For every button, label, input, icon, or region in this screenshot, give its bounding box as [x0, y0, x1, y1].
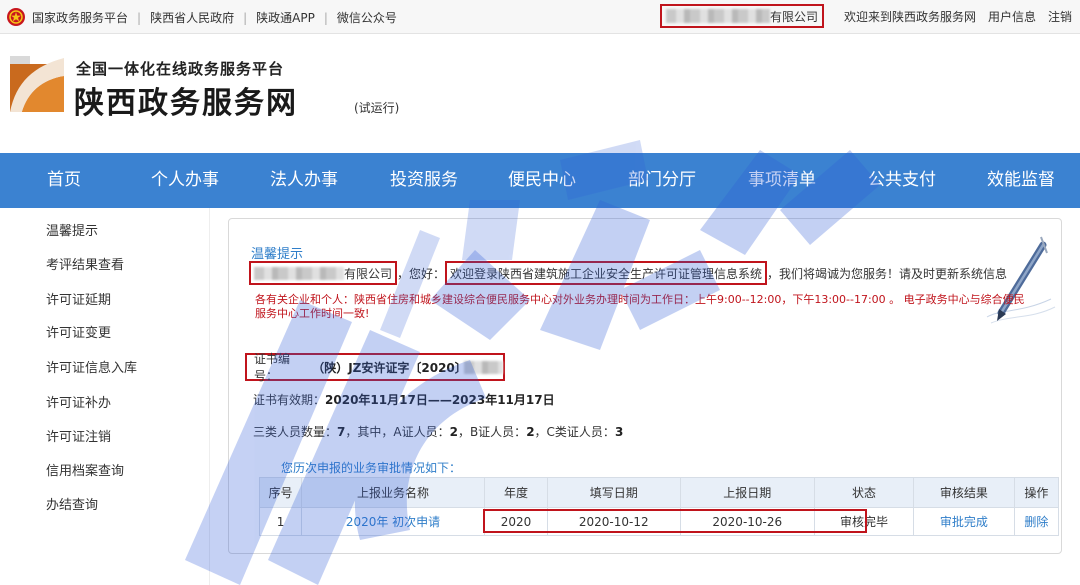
validity-value: 2020年11月17日——2023年11月17日	[325, 393, 555, 407]
site-header: 全国一体化在线政务服务平台 陕西政务服务网 (试运行)	[0, 34, 1080, 154]
separator: |	[323, 10, 328, 25]
sidebar-item-completed-query[interactable]: 办结查询	[46, 494, 98, 513]
main-nav: 首页 个人办事 法人办事 投资服务 便民中心 部门分厅 事项清单 公共支付 效能…	[0, 153, 1080, 208]
staff-c: 3	[614, 425, 624, 439]
nav-public-payment[interactable]: 公共支付	[842, 153, 962, 208]
table-header-row: 序号 上报业务名称 年度 填写日期 上报日期 状态 审核结果 操作	[258, 477, 1060, 508]
nav-departments[interactable]: 部门分厅	[602, 153, 722, 208]
row-result-link[interactable]: 审批完成	[912, 507, 1015, 536]
staff-a: 2	[449, 425, 458, 439]
row-delete-button[interactable]: 删除	[1013, 507, 1060, 536]
sidebar-item-change[interactable]: 许可证变更	[46, 322, 111, 341]
system-welcome-box: 欢迎登录陕西省建筑施工企业安全生产许可证管理信息系统	[445, 261, 768, 285]
welcome-text: 欢迎来到陕西政务服务网	[843, 9, 976, 24]
trial-label: (试运行)	[354, 101, 400, 115]
sidebar-item-tips[interactable]: 温馨提示	[46, 220, 98, 239]
separator: |	[137, 10, 142, 25]
main-panel: 温馨提示 有限公司 ，您好： 欢迎登录陕西省建筑施工企业安全生产许可证管理信息系…	[228, 218, 1062, 554]
company-name-box: 有限公司	[249, 261, 398, 285]
row-year: 2020	[483, 507, 549, 536]
col-action: 操作	[1013, 477, 1060, 508]
staff-b: 2	[526, 425, 535, 439]
link-shaanxi-government[interactable]: 陕西省人民政府	[150, 9, 234, 26]
greeting-text: ，您好：	[397, 266, 446, 281]
tips-title: 温馨提示	[251, 247, 304, 262]
row-no: 1	[258, 507, 303, 536]
col-status: 状态	[814, 477, 914, 508]
col-no: 序号	[258, 477, 303, 508]
office-hours-notice: 各有关企业和个人：陕西省住房和城乡建设综合便民服务中心对外业务办理时间为工作日：…	[255, 293, 1025, 320]
redacted-company-name	[665, 9, 770, 23]
user-area: 有限公司 欢迎来到陕西政务服务网 用户信息 注销	[659, 4, 1072, 28]
row-status: 审核完毕	[814, 507, 914, 536]
certificate-number-box: 证书编号： （陕）JZ安许证字〔2020〕	[245, 352, 505, 383]
staff-c-label: ，C类证人员：	[534, 425, 615, 439]
site-logo-icon[interactable]	[6, 52, 68, 116]
site-name: 陕西政务服务网	[74, 86, 298, 121]
validity-label: 证书有效期：	[253, 393, 326, 407]
cert-validity: 证书有效期：2020年11月17日——2023年11月17日	[253, 391, 555, 408]
table-row: 1 2020年 初次申请 2020 2020-10-12 2020-10-26 …	[258, 507, 1060, 536]
nav-convenience[interactable]: 便民中心	[482, 153, 602, 208]
link-national-platform[interactable]: 国家政务服务平台	[32, 9, 128, 26]
col-year: 年度	[483, 477, 549, 508]
staff-label: 三类人员数量：	[253, 425, 338, 439]
system-welcome-text: 欢迎登录陕西省建筑施工企业安全生产许可证管理信息系统	[450, 266, 763, 281]
staff-b-label: ，B证人员：	[457, 425, 527, 439]
sidebar-item-cancel[interactable]: 许可证注销	[46, 426, 111, 445]
top-bar: 国家政务服务平台 | 陕西省人民政府 | 陕政通APP | 微信公众号 有限公司…	[0, 0, 1080, 34]
approval-table: 序号 上报业务名称 年度 填写日期 上报日期 状态 审核结果 操作 1 2020…	[258, 477, 1060, 536]
nav-investment[interactable]: 投资服务	[366, 153, 482, 208]
redacted-cert-number	[464, 360, 503, 374]
nav-item-list[interactable]: 事项清单	[722, 153, 842, 208]
nav-home[interactable]: 首页	[0, 153, 128, 208]
service-text: ，我们将竭诚为您服务！请及时更新系统信息	[767, 266, 1008, 281]
sidebar-item-credit-query[interactable]: 信用档案查询	[46, 460, 124, 479]
national-emblem-icon	[7, 8, 25, 26]
page: 国家政务服务平台 | 陕西省人民政府 | 陕政通APP | 微信公众号 有限公司…	[0, 0, 1080, 585]
sidebar-item-info-entry[interactable]: 许可证信息入库	[46, 357, 137, 376]
col-business-name: 上报业务名称	[301, 477, 485, 508]
top-links: 国家政务服务平台 | 陕西省人民政府 | 陕政通APP | 微信公众号	[32, 9, 397, 26]
company-suffix: 有限公司	[769, 9, 818, 24]
platform-slogan: 全国一体化在线政务服务平台	[76, 60, 285, 78]
separator: |	[243, 10, 248, 25]
sidebar-item-extension[interactable]: 许可证延期	[46, 289, 111, 308]
user-info-link[interactable]: 用户信息	[988, 8, 1036, 25]
sidebar: 温馨提示 考评结果查看 许可证延期 许可证变更 许可证信息入库 许可证补办 许可…	[0, 208, 210, 585]
row-business-name-link[interactable]: 2020年 初次申请	[301, 507, 485, 536]
nav-legal-person[interactable]: 法人办事	[242, 153, 366, 208]
welcome-row: 有限公司 ，您好： 欢迎登录陕西省建筑施工企业安全生产许可证管理信息系统 ，我们…	[249, 261, 1007, 285]
link-wechat-account[interactable]: 微信公众号	[337, 9, 397, 26]
row-fill-date: 2020-10-12	[547, 507, 681, 536]
link-shaanzhengtong-app[interactable]: 陕政通APP	[256, 9, 315, 26]
row-report-date: 2020-10-26	[679, 507, 816, 536]
sidebar-item-evaluation[interactable]: 考评结果查看	[46, 254, 124, 273]
history-title: 您历次申报的业务审批情况如下：	[281, 461, 462, 475]
company-suffix: 有限公司	[344, 266, 393, 281]
nav-efficiency-supervision[interactable]: 效能监督	[962, 153, 1080, 208]
nav-personal[interactable]: 个人办事	[128, 153, 242, 208]
staff-mid: ，其中，A证人员：	[345, 425, 450, 439]
sidebar-item-reissue[interactable]: 许可证补办	[46, 392, 111, 411]
cert-number-value: （陕）JZ安许证字〔2020〕	[312, 360, 467, 375]
logout-link[interactable]: 注销	[1048, 8, 1072, 25]
redacted-company-name	[254, 266, 344, 280]
staff-count: 三类人员数量：7，其中，A证人员：2，B证人员：2，C类证人员：3	[253, 423, 623, 440]
col-fill-date: 填写日期	[547, 477, 681, 508]
col-result: 审核结果	[912, 477, 1015, 508]
col-report-date: 上报日期	[679, 477, 816, 508]
user-company-name: 有限公司	[659, 4, 824, 28]
cert-number-label: 证书编号：	[254, 352, 291, 383]
